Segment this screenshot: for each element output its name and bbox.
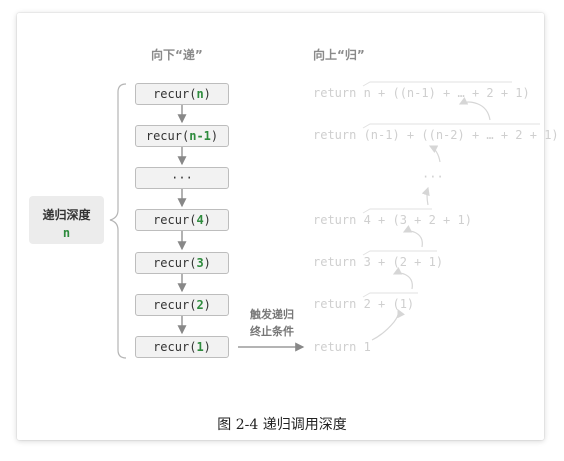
curly-brace	[109, 83, 127, 359]
return-expression: return 4 + (3 + 2 + 1)	[313, 213, 472, 227]
call-prefix: recur(	[153, 87, 197, 101]
return-curve-arrow	[392, 267, 413, 290]
return-curve-arrow	[428, 145, 441, 163]
call-arg: n	[196, 87, 204, 101]
call-box-recur-4: recur(4)	[135, 209, 229, 231]
call-box-recur-n-1: recur(n-1)	[135, 125, 229, 147]
call-suffix: )	[203, 340, 211, 354]
call-suffix: )	[203, 87, 211, 101]
call-arg: 3	[196, 256, 204, 270]
call-suffix: )	[203, 256, 211, 270]
return-curve-arrow	[421, 186, 430, 206]
return-expression: return n + ((n-1) + … + 2 + 1)	[313, 86, 530, 100]
call-prefix: recur(	[145, 129, 190, 143]
return-expression: return 2 + (1)	[313, 297, 415, 311]
return-curve-arrow	[371, 308, 405, 341]
call-prefix: recur(	[153, 340, 197, 354]
return-expression: return 1	[313, 340, 371, 354]
figure-caption: 图 2-4 递归调用深度	[217, 417, 347, 433]
return-curve-arrow	[458, 97, 491, 121]
return-expression: return 3 + (2 + 1)	[313, 255, 444, 269]
call-box-recur-3: recur(3)	[135, 252, 229, 274]
call-box-recur-1: recur(1)	[135, 336, 229, 358]
call-box-recur-n: recur(n)	[135, 83, 229, 105]
call-box-recur-2: recur(2)	[135, 294, 229, 316]
call-suffix: ···	[171, 171, 193, 185]
call-prefix: recur(	[153, 256, 197, 270]
call-arg: 4	[196, 213, 204, 227]
base-case-line2: 终止条件	[250, 325, 294, 338]
call-arg: 1	[196, 340, 204, 354]
call-suffix: )	[203, 213, 211, 227]
base-case-line1: 触发递归	[250, 308, 294, 321]
return-expression: return (n-1) + ((n-2) + … + 2 + 1)	[313, 128, 559, 142]
call-prefix: recur(	[153, 213, 197, 227]
call-box-ellipsis: ···	[135, 167, 229, 189]
return-curve-arrow	[402, 225, 423, 248]
call-suffix: )	[203, 298, 211, 312]
base-case-label: 触发递归 终止条件	[242, 306, 302, 340]
call-prefix: recur(	[153, 298, 197, 312]
call-arg: 2	[196, 298, 204, 312]
call-suffix: )	[210, 129, 219, 143]
call-arg: n-1	[189, 129, 211, 143]
diagram-lines	[109, 81, 540, 359]
return-ellipsis: ···	[422, 170, 444, 184]
